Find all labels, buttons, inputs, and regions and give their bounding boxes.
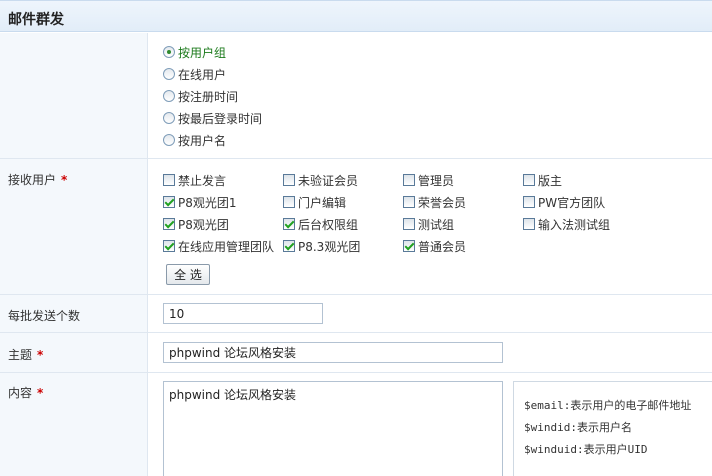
checkbox-label: 普通会员 bbox=[418, 239, 467, 254]
subject-input[interactable] bbox=[163, 342, 503, 363]
radio-by-last-login-label: 按最后登录时间 bbox=[178, 111, 263, 126]
group-checkbox[interactable]: 测试组 bbox=[403, 215, 454, 233]
checkbox-label: PW官方团队 bbox=[538, 195, 606, 210]
checkbox-label: 门户编辑 bbox=[298, 195, 347, 210]
checkbox-control[interactable] bbox=[283, 196, 295, 208]
group-checkbox[interactable]: 后台权限组 bbox=[283, 215, 358, 233]
batch-label-cell: 每批发送个数 bbox=[0, 295, 148, 332]
checkbox-control[interactable] bbox=[283, 174, 295, 186]
content-label: 内容 * bbox=[8, 386, 44, 400]
group-checkbox[interactable]: P8观光团 bbox=[163, 215, 229, 233]
content-textarea[interactable]: phpwind 论坛风格安装 bbox=[163, 381, 503, 476]
send-mode-row bbox=[0, 33, 712, 159]
batch-size-input[interactable] bbox=[163, 303, 323, 324]
checkbox-label: 未验证会员 bbox=[298, 173, 359, 188]
recipients-label-cell: 接收用户 * bbox=[0, 159, 148, 294]
batch-label: 每批发送个数 bbox=[8, 309, 81, 323]
checkbox-control[interactable] bbox=[523, 196, 535, 208]
group-checkbox[interactable]: 荣誉会员 bbox=[403, 193, 466, 211]
section-header: 邮件群发 bbox=[0, 0, 712, 32]
checkbox-label: P8.3观光团 bbox=[298, 239, 361, 254]
group-checkbox[interactable]: 版主 bbox=[523, 171, 562, 189]
radio-by-username-control[interactable] bbox=[163, 134, 175, 146]
group-checkbox[interactable]: 未验证会员 bbox=[283, 171, 358, 189]
checkbox-control[interactable] bbox=[403, 240, 415, 252]
radio-by-last-login[interactable]: 按最后登录时间 bbox=[163, 109, 262, 127]
radio-online-users[interactable]: 在线用户 bbox=[163, 65, 226, 83]
checkbox-control[interactable] bbox=[163, 196, 175, 208]
group-checkbox[interactable]: 输入法测试组 bbox=[523, 215, 610, 233]
batch-row: 每批发送个数 bbox=[0, 295, 712, 333]
radio-by-register-time-label: 按注册时间 bbox=[178, 89, 239, 104]
radio-by-username-label: 按用户名 bbox=[178, 133, 227, 148]
group-checkbox[interactable]: 禁止发言 bbox=[163, 171, 226, 189]
checkbox-control[interactable] bbox=[283, 218, 295, 230]
send-mode-label-cell bbox=[0, 33, 148, 158]
group-checkbox[interactable]: 管理员 bbox=[403, 171, 454, 189]
checkbox-label: 版主 bbox=[538, 173, 563, 188]
group-checkbox[interactable]: 在线应用管理团队 bbox=[163, 237, 274, 255]
radio-by-group[interactable]: 按用户组 bbox=[163, 43, 226, 61]
group-checkbox[interactable]: PW官方团队 bbox=[523, 193, 605, 211]
checkbox-label: 测试组 bbox=[418, 217, 455, 232]
checkbox-label: 禁止发言 bbox=[178, 173, 227, 188]
checkbox-label: 管理员 bbox=[418, 173, 455, 188]
checkbox-label: 荣誉会员 bbox=[418, 195, 467, 210]
radio-by-register-time-control[interactable] bbox=[163, 90, 175, 102]
subject-label: 主题 * bbox=[8, 348, 44, 362]
group-checkbox[interactable]: P8.3观光团 bbox=[283, 237, 360, 255]
radio-by-register-time[interactable]: 按注册时间 bbox=[163, 87, 238, 105]
checkbox-control[interactable] bbox=[403, 218, 415, 230]
hint-winduid: $winduid:表示用户UID bbox=[524, 443, 648, 456]
required-mark: * bbox=[37, 386, 44, 400]
group-checkbox[interactable]: P8观光团1 bbox=[163, 193, 237, 211]
radio-online-users-label: 在线用户 bbox=[178, 67, 227, 82]
radio-online-users-control[interactable] bbox=[163, 68, 175, 80]
checkbox-label: P8观光团1 bbox=[178, 195, 237, 210]
group-checkbox[interactable]: 门户编辑 bbox=[283, 193, 346, 211]
radio-by-group-label: 按用户组 bbox=[178, 45, 227, 60]
checkbox-control[interactable] bbox=[523, 218, 535, 230]
checkbox-control[interactable] bbox=[403, 174, 415, 186]
checkbox-control[interactable] bbox=[403, 196, 415, 208]
required-mark: * bbox=[37, 348, 44, 362]
checkbox-control[interactable] bbox=[163, 218, 175, 230]
checkbox-control[interactable] bbox=[163, 174, 175, 186]
checkbox-label: 后台权限组 bbox=[298, 217, 359, 232]
subject-label-cell: 主题 * bbox=[0, 333, 148, 372]
radio-by-last-login-control[interactable] bbox=[163, 112, 175, 124]
hint-email: $email:表示用户的电子邮件地址 bbox=[524, 399, 692, 412]
hint-windid: $windid:表示用户名 bbox=[524, 421, 632, 434]
section-title: 邮件群发 bbox=[8, 12, 64, 28]
radio-by-username[interactable]: 按用户名 bbox=[163, 131, 226, 149]
select-all-button[interactable]: 全 选 bbox=[166, 264, 210, 285]
group-checkbox[interactable]: 普通会员 bbox=[403, 237, 466, 255]
checkbox-control[interactable] bbox=[523, 174, 535, 186]
radio-by-group-control[interactable] bbox=[163, 46, 175, 58]
checkbox-label: 在线应用管理团队 bbox=[178, 239, 275, 254]
variable-hint-box: $email:表示用户的电子邮件地址 $windid:表示用户名 $windui… bbox=[513, 381, 712, 476]
content-label-cell: 内容 * bbox=[0, 373, 148, 476]
checkbox-control[interactable] bbox=[163, 240, 175, 252]
recipients-label: 接收用户 * bbox=[8, 173, 68, 187]
checkbox-label: P8观光团 bbox=[178, 217, 229, 232]
required-mark: * bbox=[61, 173, 68, 187]
checkbox-control[interactable] bbox=[283, 240, 295, 252]
checkbox-label: 输入法测试组 bbox=[538, 217, 611, 232]
